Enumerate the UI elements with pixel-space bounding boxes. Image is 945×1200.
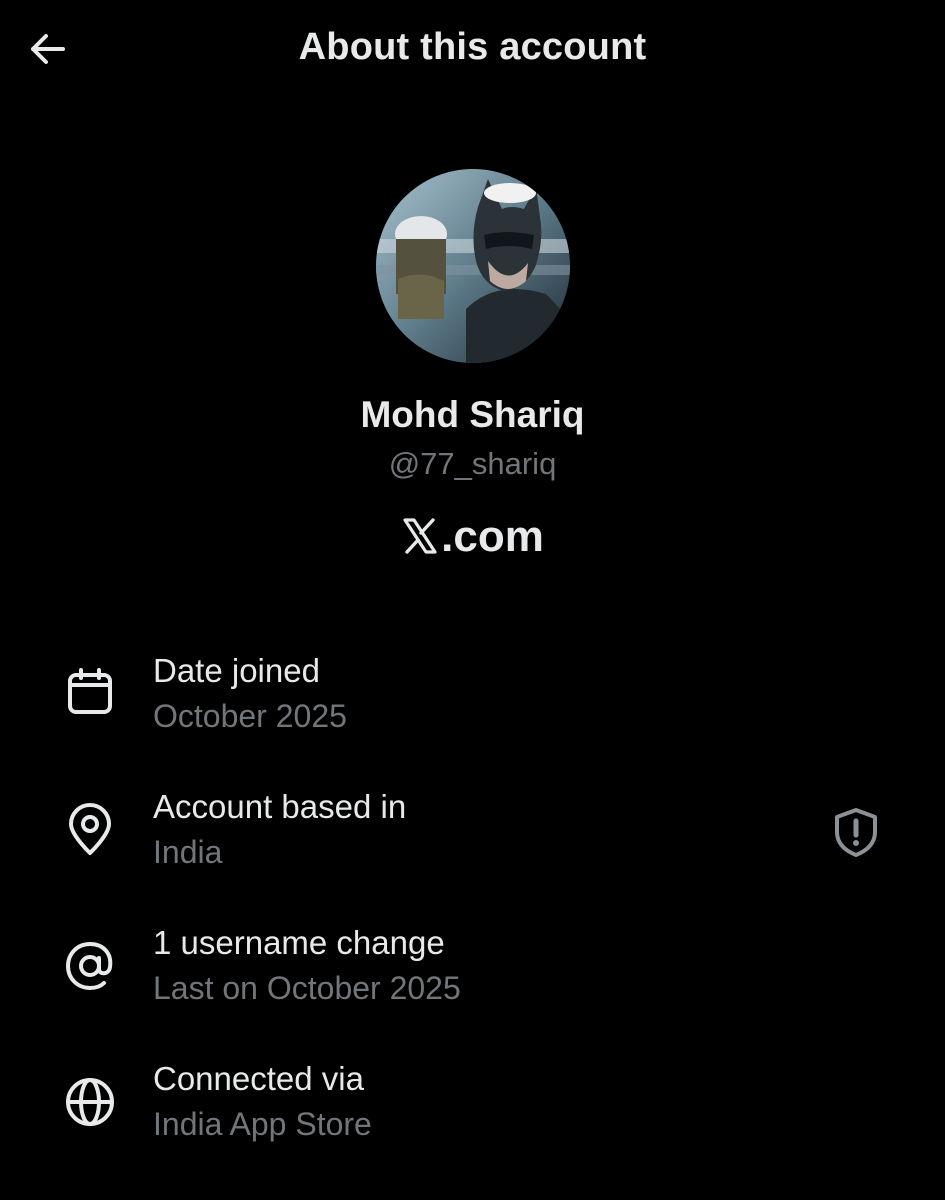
- info-row-account-based-in: Account based in India: [0, 784, 945, 894]
- connected-via-label: Connected via: [153, 1060, 364, 1097]
- globe-icon: [62, 1074, 118, 1130]
- username-handle: @77_shariq: [388, 446, 557, 481]
- info-row-connected-via: Connected via India App Store: [0, 1056, 945, 1166]
- username-change-label: 1 username change: [153, 924, 445, 961]
- info-row-username-change: 1 username change Last on October 2025: [0, 920, 945, 1030]
- shield-alert-icon: [835, 808, 877, 857]
- x-logo-icon: [401, 516, 439, 566]
- display-name: Mohd Shariq: [360, 394, 585, 435]
- info-row-date-joined: Date joined October 2025: [0, 648, 945, 758]
- site-text: .com: [441, 512, 544, 561]
- username-change-value: Last on October 2025: [153, 970, 461, 1006]
- top-bar: About this account: [0, 0, 945, 100]
- at-sign-icon: [62, 938, 118, 994]
- account-based-in-label: Account based in: [153, 788, 407, 825]
- profile-avatar[interactable]: [376, 169, 570, 363]
- page-title: About this account: [298, 26, 647, 68]
- site-label: .com: [0, 512, 945, 566]
- calendar-icon: [62, 664, 118, 720]
- location-pin-icon: [62, 802, 118, 858]
- location-accuracy-button[interactable]: [826, 802, 886, 862]
- date-joined-value: October 2025: [153, 698, 347, 734]
- date-joined-label: Date joined: [153, 652, 320, 689]
- avatar-image: [376, 169, 570, 363]
- connected-via-value: India App Store: [153, 1106, 372, 1142]
- account-based-in-value: India: [153, 834, 223, 870]
